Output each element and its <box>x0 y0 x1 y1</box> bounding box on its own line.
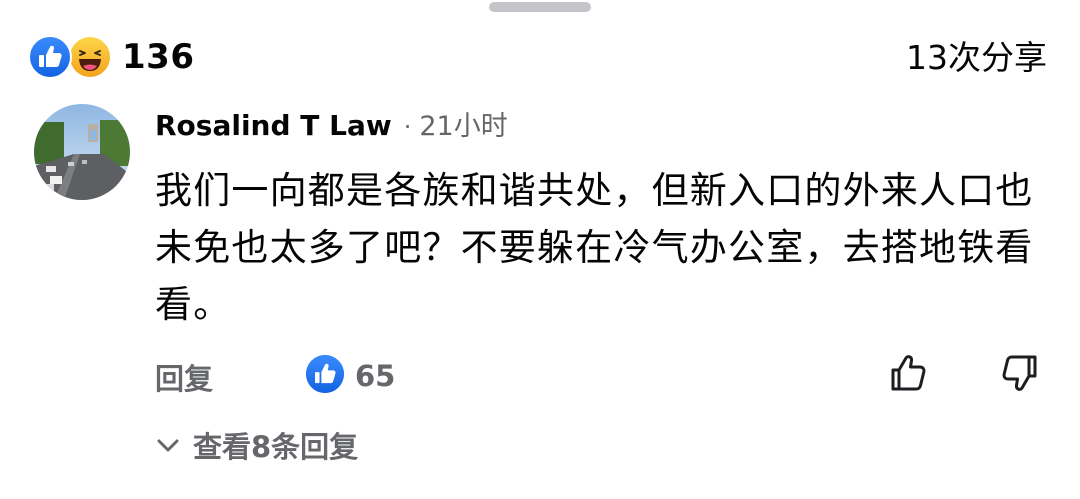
sheet-drag-handle[interactable] <box>489 2 591 12</box>
like-button[interactable] <box>885 350 931 396</box>
reply-button[interactable]: 回复 <box>155 356 213 398</box>
chevron-down-icon <box>157 439 179 452</box>
view-replies-button[interactable]: 查看8条回复 <box>155 424 358 466</box>
thumbs-up-outline-icon <box>891 355 926 391</box>
comment-like-count: 65 <box>355 359 396 393</box>
share-count[interactable]: 13次分享 <box>906 36 1047 80</box>
haha-reaction-icon <box>68 35 112 79</box>
avatar[interactable] <box>34 104 130 200</box>
comment-header: Rosalind T Law · 21小时 <box>155 104 508 143</box>
comment-timestamp[interactable]: 21小时 <box>419 104 507 143</box>
reaction-count: 136 <box>122 37 195 77</box>
reactions-summary[interactable]: 136 <box>28 34 194 80</box>
thumbs-down-outline-icon <box>1002 355 1037 391</box>
comment-body: 我们一向都是各族和谐共处，但新入口的外来人口也未免也太多了吧？不要躲在冷气办公室… <box>155 169 1034 326</box>
like-reaction-icon <box>28 35 72 79</box>
separator-dot: · <box>403 113 412 141</box>
comment-author[interactable]: Rosalind T Law <box>155 109 392 142</box>
view-replies-label: 查看8条回复 <box>193 430 359 464</box>
like-reaction-icon <box>305 354 345 398</box>
dislike-button[interactable] <box>997 350 1043 396</box>
comment-reaction-summary[interactable]: 65 <box>305 354 395 398</box>
